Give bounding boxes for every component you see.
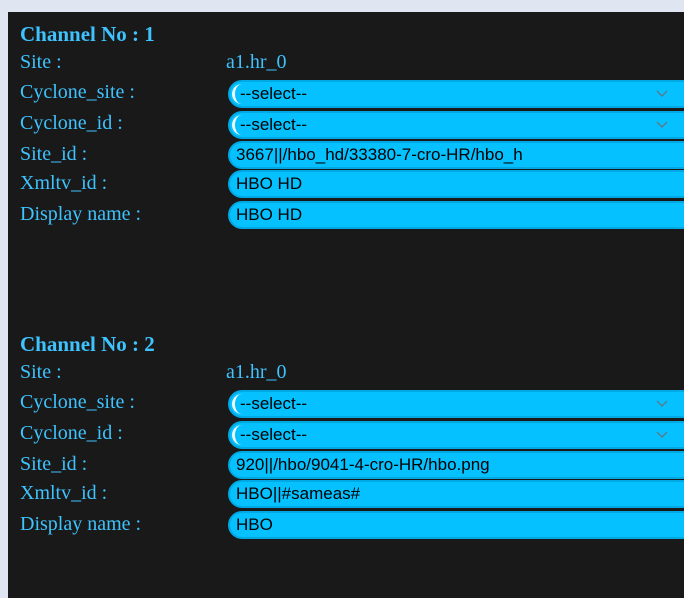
xmltv-id-label: Xmltv_id : — [20, 172, 108, 194]
cyclone-id-label: Cyclone_id : — [20, 422, 123, 444]
cyclone-id-selected-value: --select-- — [240, 425, 308, 444]
site-id-row: Site_id : 920||/hbo/9041-4-cro-HR/hbo.pn… — [8, 449, 684, 479]
cyclone-site-selected-value: --select-- — [240, 84, 308, 103]
site-id-row: Site_id : 3667||/hbo_hd/33380-7-cro-HR/h… — [8, 139, 684, 169]
channel-heading: Channel No : 2 — [20, 332, 155, 356]
xmltv-id-row: Xmltv_id : HBO HD — [8, 168, 684, 198]
cyclone-id-select[interactable]: --select-- — [228, 421, 684, 449]
chevron-down-icon — [656, 90, 668, 97]
site-id-field[interactable]: 3667||/hbo_hd/33380-7-cro-HR/hbo_h — [228, 141, 684, 169]
display-name-field[interactable]: HBO HD — [228, 201, 684, 229]
channel-heading: Channel No : 1 — [20, 22, 155, 46]
cyclone-site-row: Cyclone_site : --select-- — [8, 387, 684, 418]
display-name-label: Display name : — [20, 513, 142, 535]
display-name-label: Display name : — [20, 203, 142, 225]
chevron-down-icon — [656, 431, 668, 438]
cyclone-site-selected-value: --select-- — [240, 394, 308, 413]
channel-mapping-panel: Channel No : 1 Site : a1.hr_0 Cyclone_si… — [8, 12, 684, 598]
site-row: Site : a1.hr_0 — [8, 47, 684, 77]
xmltv-id-row: Xmltv_id : HBO||#sameas# — [8, 478, 684, 508]
site-id-field[interactable]: 920||/hbo/9041-4-cro-HR/hbo.png — [228, 451, 684, 479]
site-id-label: Site_id : — [20, 453, 88, 475]
site-label: Site : — [20, 51, 62, 73]
display-name-row: Display name : HBO HD — [8, 199, 684, 229]
cyclone-id-selected-value: --select-- — [240, 115, 308, 134]
cyclone-id-row: Cyclone_id : --select-- — [8, 108, 684, 139]
cyclone-site-row: Cyclone_site : --select-- — [8, 77, 684, 108]
site-value: a1.hr_0 — [226, 361, 287, 383]
cyclone-id-select[interactable]: --select-- — [228, 111, 684, 139]
site-label: Site : — [20, 361, 62, 383]
xmltv-id-field[interactable]: HBO||#sameas# — [228, 480, 684, 508]
cyclone-site-label: Cyclone_site : — [20, 81, 135, 103]
cyclone-site-select[interactable]: --select-- — [228, 390, 684, 418]
cyclone-site-select[interactable]: --select-- — [228, 80, 684, 108]
cyclone-id-row: Cyclone_id : --select-- — [8, 418, 684, 449]
site-row: Site : a1.hr_0 — [8, 357, 684, 387]
cyclone-site-label: Cyclone_site : — [20, 391, 135, 413]
chevron-down-icon — [656, 400, 668, 407]
xmltv-id-field[interactable]: HBO HD — [228, 170, 684, 198]
display-name-field[interactable]: HBO — [228, 511, 684, 539]
site-value: a1.hr_0 — [226, 51, 287, 73]
xmltv-id-label: Xmltv_id : — [20, 482, 108, 504]
site-id-label: Site_id : — [20, 143, 88, 165]
chevron-down-icon — [656, 121, 668, 128]
cyclone-id-label: Cyclone_id : — [20, 112, 123, 134]
display-name-row: Display name : HBO — [8, 509, 684, 539]
